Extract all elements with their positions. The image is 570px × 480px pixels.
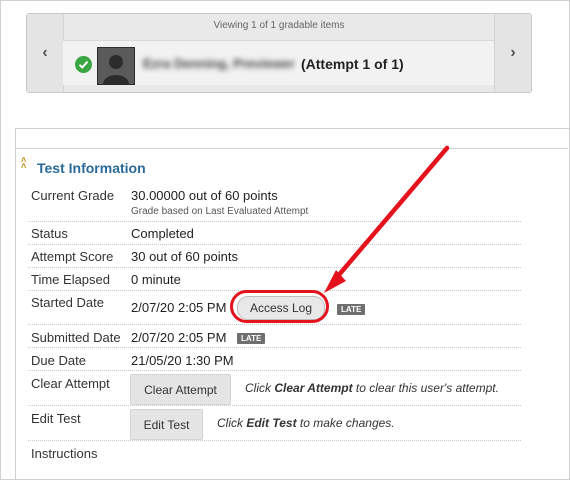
annotation-arrow [324, 145, 450, 293]
